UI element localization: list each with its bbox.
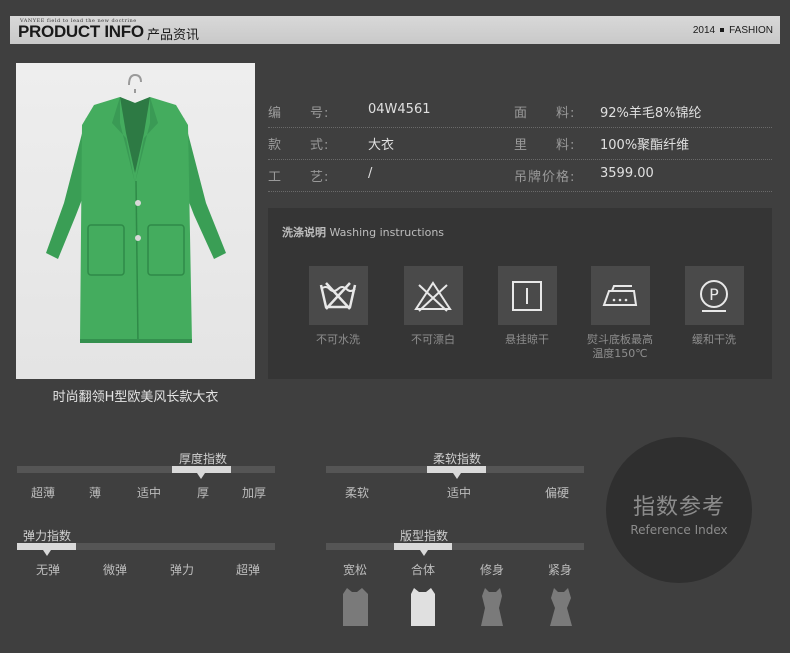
fit-track xyxy=(326,543,584,550)
softness-index-title: 柔软指数 xyxy=(432,452,481,466)
svg-text:P: P xyxy=(709,285,719,304)
softness-arrow-icon xyxy=(453,473,461,479)
spec-cell: 吊牌价格: 3599.00 xyxy=(514,166,772,185)
spec-label: 工 艺: xyxy=(268,170,330,185)
reference-index-badge: 指数参考 Reference Index xyxy=(606,437,752,583)
tight-silhouette-icon xyxy=(550,588,572,626)
fit-arrow-icon xyxy=(420,550,428,556)
softness-option: 适中 xyxy=(446,486,472,500)
fit-selected-mark xyxy=(394,543,452,550)
softness-selected-mark xyxy=(427,466,486,473)
header-section: FASHION xyxy=(729,25,773,36)
washing-title-cn: 洗涤说明 xyxy=(282,226,326,239)
spec-value: 92%羊毛8%锦纶 xyxy=(600,106,702,121)
fit-option: 宽松 xyxy=(342,563,368,577)
softness-index: 柔软指数 柔软 适中 偏硬 xyxy=(326,450,584,506)
spec-label: 编 号: xyxy=(268,106,330,121)
spec-value: 大衣 xyxy=(368,138,395,153)
thickness-index-title: 厚度指数 xyxy=(178,452,227,466)
spec-label: 面 料: xyxy=(514,106,576,121)
spec-value: 04W4561 xyxy=(368,102,431,117)
fit-option: 紧身 xyxy=(547,563,573,577)
spec-cell: 编 号: 04W4561 xyxy=(268,102,514,121)
no-wash-icon xyxy=(308,266,368,325)
elasticity-index-title: 弹力指数 xyxy=(22,529,71,543)
wash-label: 悬挂晾干 xyxy=(505,333,549,346)
reference-title-cn: 指数参考 xyxy=(632,495,725,520)
wash-item-hang-dry: 悬挂晾干 xyxy=(487,266,567,347)
header-bar: VANYEE field to lead the new doctrine PR… xyxy=(10,16,780,44)
separator-square-icon xyxy=(720,28,725,32)
thickness-option: 薄 xyxy=(88,486,102,500)
iron-icon xyxy=(590,266,650,325)
washing-title-en: Washing instructions xyxy=(329,226,445,239)
wash-label: 缓和干洗 xyxy=(692,333,736,346)
fit-index-title: 版型指数 xyxy=(399,529,448,543)
elasticity-arrow-icon xyxy=(43,550,51,556)
softness-option: 偏硬 xyxy=(544,486,570,500)
thickness-option: 加厚 xyxy=(241,486,267,500)
thickness-track xyxy=(17,466,275,473)
spec-cell: 工 艺: / xyxy=(268,166,514,185)
wash-label: 不可漂白 xyxy=(411,333,455,346)
spec-table: 编 号: 04W4561 面 料: 92%羊毛8%锦纶 款 式: 大衣 里 料: 100… xyxy=(268,96,772,192)
wash-item-no-bleach: 不可漂白 xyxy=(393,266,473,347)
spec-label: 吊牌价格: xyxy=(514,170,576,185)
softness-option: 柔软 xyxy=(344,486,370,500)
thickness-option: 适中 xyxy=(136,486,162,500)
thickness-arrow-icon xyxy=(197,473,205,479)
washing-panel: 洗涤说明 Washing instructions 不可水洗 不可漂白 悬挂晾干… xyxy=(268,208,772,379)
spec-value: 3599.00 xyxy=(600,166,654,181)
spec-label: 款 式: xyxy=(268,138,330,153)
thickness-option: 超薄 xyxy=(30,486,56,500)
spec-row: 编 号: 04W4561 面 料: 92%羊毛8%锦纶 xyxy=(268,96,772,128)
washing-title: 洗涤说明 Washing instructions xyxy=(282,224,444,240)
wash-label: 不可水洗 xyxy=(316,333,360,346)
slim-silhouette-icon xyxy=(481,588,503,626)
elasticity-option: 无弹 xyxy=(35,563,61,577)
spec-value: 100%聚酯纤维 xyxy=(600,138,690,153)
fit-option: 合体 xyxy=(410,563,436,577)
hang-dry-icon xyxy=(497,266,557,325)
loose-silhouette-icon xyxy=(343,588,368,626)
page-title: PRODUCT INFO xyxy=(18,22,144,41)
wash-label: 熨斗底板最高 温度150℃ xyxy=(587,333,653,360)
regular-silhouette-icon xyxy=(411,588,435,626)
page-subtitle: 产品资讯 xyxy=(147,28,200,43)
spec-cell: 款 式: 大衣 xyxy=(268,134,514,153)
green-coat-illustration xyxy=(46,73,226,344)
no-bleach-icon xyxy=(403,266,463,325)
spec-value: / xyxy=(368,166,373,181)
fit-silhouettes xyxy=(326,586,584,630)
elasticity-option: 弹力 xyxy=(169,563,195,577)
header-meta: 2014 FASHION xyxy=(693,25,773,36)
wash-item-no-wash: 不可水洗 xyxy=(298,266,378,347)
header-year: 2014 xyxy=(692,25,716,36)
elasticity-selected-mark xyxy=(17,543,76,550)
thickness-option: 厚 xyxy=(196,486,210,500)
fit-option: 修身 xyxy=(479,563,505,577)
product-image xyxy=(16,63,255,379)
elasticity-option: 超弹 xyxy=(235,563,261,577)
thickness-selected-mark xyxy=(172,466,231,473)
product-name: 时尚翻领H型欧美风长款大衣 xyxy=(52,390,219,405)
spec-cell: 面 料: 92%羊毛8%锦纶 xyxy=(514,102,772,121)
spec-row: 款 式: 大衣 里 料: 100%聚酯纤维 xyxy=(268,128,772,160)
spec-cell: 里 料: 100%聚酯纤维 xyxy=(514,134,772,153)
thickness-index: 厚度指数 超薄 薄 适中 厚 加厚 xyxy=(17,450,275,506)
reference-title-en: Reference Index xyxy=(630,523,728,537)
fit-index: 版型指数 宽松 合体 修身 紧身 xyxy=(326,527,584,583)
elasticity-option: 微弹 xyxy=(102,563,128,577)
wash-item-dry-clean: P 缓和干洗 xyxy=(674,266,754,347)
elasticity-index: 弹力指数 无弹 微弹 弹力 超弹 xyxy=(17,527,275,583)
spec-label: 里 料: xyxy=(514,138,576,153)
dry-clean-icon: P xyxy=(684,266,744,325)
wash-item-iron: 熨斗底板最高 温度150℃ xyxy=(580,266,660,361)
spec-row: 工 艺: / 吊牌价格: 3599.00 xyxy=(268,160,772,192)
